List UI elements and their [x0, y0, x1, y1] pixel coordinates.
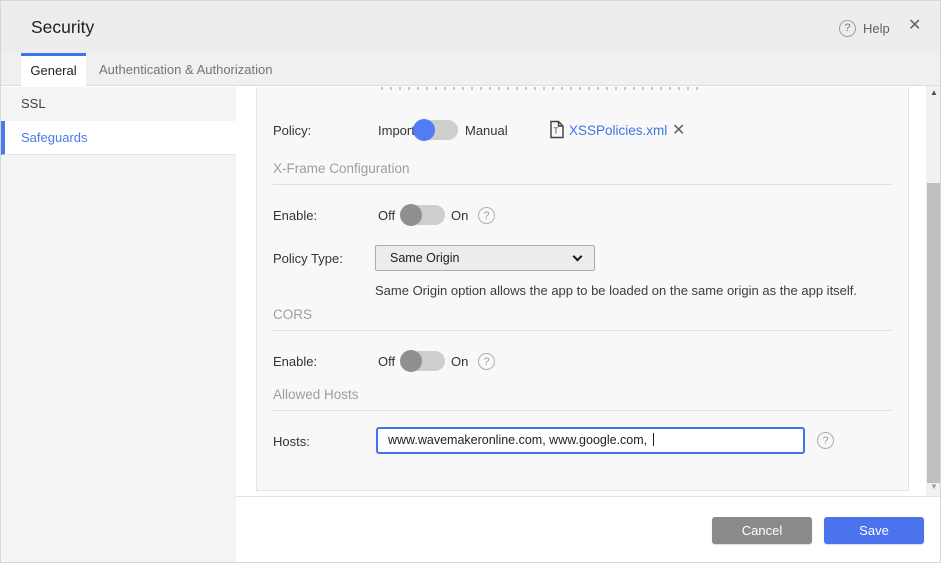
cors-off-label: Off	[378, 354, 396, 369]
vertical-scrollbar[interactable]: ▲ ▼	[926, 86, 940, 496]
tab-general[interactable]: General	[21, 53, 86, 86]
xframe-help-icon[interactable]: ?	[478, 207, 495, 224]
xframe-on-label: On	[451, 208, 469, 223]
scroll-down-icon[interactable]: ▼	[926, 482, 940, 491]
help-label: Help	[863, 20, 890, 36]
help-button[interactable]: ? Help	[839, 18, 890, 38]
hosts-help-icon[interactable]: ?	[817, 432, 834, 449]
tab-authentication-authorization[interactable]: Authentication & Authorization	[99, 53, 272, 86]
sidebar-item-ssl[interactable]: SSL	[1, 87, 236, 121]
toggle-knob	[400, 350, 422, 372]
hosts-input-value: www.wavemakeronline.com, www.google.com,	[388, 433, 651, 447]
divider	[273, 410, 892, 411]
policy-manual-label: Manual	[465, 123, 508, 138]
cors-enable-toggle[interactable]	[400, 350, 445, 372]
security-dialog: Security ? Help ✕ General Authentication…	[0, 0, 941, 563]
policy-import-manual-toggle[interactable]	[413, 119, 458, 141]
cors-help-icon[interactable]: ?	[478, 353, 495, 370]
remove-file-icon[interactable]: ✕	[672, 120, 685, 140]
svg-text:T: T	[554, 127, 559, 136]
allowed-hosts-section-title: Allowed Hosts	[273, 387, 359, 402]
hosts-label: Hosts:	[273, 434, 310, 449]
policy-label: Policy:	[273, 123, 312, 138]
footer-divider	[236, 496, 940, 497]
sidebar-item-safeguards[interactable]: Safeguards	[1, 121, 236, 155]
settings-sidebar: SSL Safeguards	[1, 87, 236, 562]
help-icon: ?	[839, 19, 856, 37]
xframe-enable-label: Enable:	[273, 208, 318, 223]
policy-import-label: Import	[378, 123, 415, 138]
toggle-knob	[400, 204, 422, 226]
page-title: Security	[31, 17, 95, 37]
clipped-scrolled-text	[381, 87, 701, 90]
policy-type-select[interactable]: Same Origin	[375, 245, 595, 271]
xframe-enable-toggle[interactable]	[400, 204, 445, 226]
divider	[273, 184, 892, 185]
scroll-up-icon[interactable]: ▲	[926, 88, 940, 97]
xframe-section-title: X-Frame Configuration	[273, 161, 410, 176]
text-caret	[652, 433, 654, 446]
cors-enable-label: Enable:	[273, 354, 318, 369]
hosts-input[interactable]: www.wavemakeronline.com, www.google.com,	[376, 427, 805, 454]
close-icon[interactable]: ✕	[908, 16, 921, 36]
policy-type-value: Same Origin	[390, 251, 460, 265]
cors-section-title: CORS	[273, 307, 313, 322]
save-button[interactable]: Save	[824, 517, 924, 544]
xframe-off-label: Off	[378, 208, 396, 223]
chevron-down-icon	[572, 251, 583, 262]
cancel-button[interactable]: Cancel	[712, 517, 812, 544]
dialog-header: Security ? Help ✕	[1, 1, 940, 53]
scrollbar-thumb[interactable]	[927, 183, 940, 483]
toggle-knob	[413, 119, 435, 141]
policy-type-label: Policy Type:	[273, 251, 343, 266]
file-text-icon: T	[550, 120, 564, 139]
divider	[273, 330, 892, 331]
xss-policies-file-link[interactable]: XSSPolicies.xml	[569, 123, 667, 138]
cors-on-label: On	[451, 354, 469, 369]
policy-type-description: Same Origin option allows the app to be …	[375, 283, 858, 298]
tab-bar: General Authentication & Authorization	[1, 53, 940, 86]
